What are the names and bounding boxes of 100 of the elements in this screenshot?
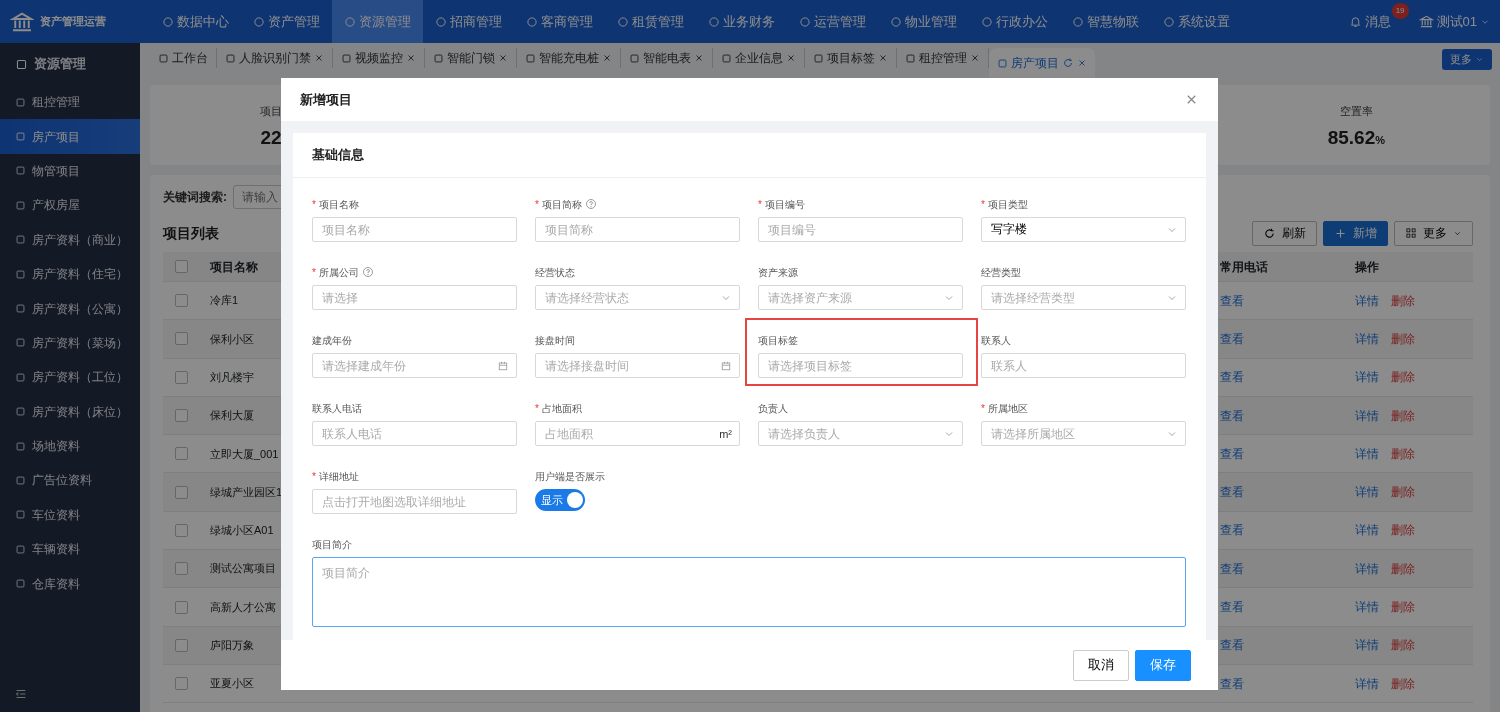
view-link[interactable]: 查看 bbox=[1220, 331, 1244, 346]
details-link[interactable]: 详情 bbox=[1355, 598, 1379, 616]
text-area[interactable]: 项目简介 bbox=[312, 557, 1186, 627]
input-field[interactable]: 联系人 bbox=[981, 353, 1186, 378]
checkbox[interactable] bbox=[175, 409, 188, 423]
more-tabs-button[interactable]: 更多 bbox=[1442, 49, 1492, 70]
add-button[interactable]: 新增 bbox=[1323, 220, 1388, 246]
input-field[interactable]: 项目名称 bbox=[312, 217, 517, 242]
sidebar-item[interactable]: 房产资料（住宅） bbox=[0, 256, 140, 292]
delete-link[interactable]: 删除 bbox=[1391, 483, 1415, 502]
view-link[interactable]: 查看 bbox=[1220, 370, 1244, 385]
delete-link[interactable]: 删除 bbox=[1391, 559, 1415, 578]
sidebar-item[interactable]: 房产项目 bbox=[0, 119, 140, 154]
page-tab[interactable]: 智能电表 bbox=[621, 48, 713, 68]
select-field[interactable]: 请选择所属地区 bbox=[981, 421, 1186, 446]
date-field[interactable]: 请选择接盘时间 bbox=[535, 353, 740, 378]
menu-item[interactable]: 物业管理 bbox=[878, 0, 969, 43]
menu-item[interactable]: 智慧物联 bbox=[1060, 0, 1151, 43]
view-link[interactable]: 查看 bbox=[1220, 485, 1244, 500]
details-link[interactable]: 详情 bbox=[1355, 329, 1379, 348]
cancel-button[interactable]: 取消 bbox=[1073, 649, 1129, 681]
page-tab[interactable]: 工作台 bbox=[150, 48, 217, 68]
date-field[interactable]: 请选择建成年份 bbox=[312, 353, 517, 378]
select-field[interactable]: 写字楼 bbox=[981, 217, 1186, 242]
checkbox[interactable] bbox=[175, 332, 188, 346]
details-link[interactable]: 详情 bbox=[1355, 444, 1379, 463]
delete-link[interactable]: 删除 bbox=[1391, 444, 1415, 463]
details-link[interactable]: 详情 bbox=[1355, 559, 1379, 578]
checkbox[interactable] bbox=[175, 294, 188, 308]
delete-link[interactable]: 删除 bbox=[1391, 291, 1415, 310]
page-tab[interactable]: 房产项目 bbox=[989, 48, 1095, 78]
input-field[interactable]: 项目编号 bbox=[758, 217, 963, 242]
menu-item[interactable]: 系统设置 bbox=[1151, 0, 1242, 43]
details-link[interactable]: 详情 bbox=[1355, 636, 1379, 655]
view-link[interactable]: 查看 bbox=[1220, 523, 1244, 538]
checkbox[interactable] bbox=[175, 447, 188, 461]
menu-item[interactable]: 运营管理 bbox=[787, 0, 878, 43]
select-field[interactable]: 请选择经营状态 bbox=[535, 285, 740, 310]
page-tab[interactable]: 项目标签 bbox=[805, 48, 897, 68]
sidebar-item[interactable]: 房产资料（工位） bbox=[0, 360, 140, 395]
delete-link[interactable]: 删除 bbox=[1391, 636, 1415, 655]
page-tab[interactable]: 智能充电桩 bbox=[517, 48, 621, 68]
page-tab[interactable]: 视频监控 bbox=[333, 48, 425, 68]
view-link[interactable]: 查看 bbox=[1220, 446, 1244, 461]
input-field[interactable]: 点击打开地图选取详细地址 bbox=[312, 489, 517, 514]
menu-item[interactable]: 数据中心 bbox=[150, 0, 241, 43]
sidebar-item[interactable]: 产权房屋 bbox=[0, 188, 140, 223]
select-field[interactable]: 请选择经营类型 bbox=[981, 285, 1186, 310]
sidebar-item[interactable]: 场地资料 bbox=[0, 428, 140, 464]
menu-item[interactable]: 资产管理 bbox=[241, 0, 332, 43]
checkbox[interactable] bbox=[175, 562, 188, 576]
page-tab[interactable]: 人脸识别门禁 bbox=[217, 48, 333, 68]
view-link[interactable]: 查看 bbox=[1220, 600, 1244, 614]
delete-link[interactable]: 删除 bbox=[1391, 521, 1415, 540]
checkbox[interactable] bbox=[175, 260, 188, 273]
delete-link[interactable]: 删除 bbox=[1391, 329, 1415, 348]
checkbox[interactable] bbox=[175, 677, 188, 691]
menu-item[interactable]: 资源管理 bbox=[332, 0, 423, 43]
input-field[interactable]: 项目简称 bbox=[535, 217, 740, 242]
user-menu[interactable]: 测试01 bbox=[1414, 0, 1494, 43]
delete-link[interactable]: 删除 bbox=[1391, 674, 1415, 693]
details-link[interactable]: 详情 bbox=[1355, 483, 1379, 502]
delete-link[interactable]: 删除 bbox=[1391, 406, 1415, 425]
checkbox[interactable] bbox=[175, 523, 188, 537]
view-link[interactable]: 查看 bbox=[1220, 638, 1244, 653]
view-link[interactable]: 查看 bbox=[1220, 561, 1244, 576]
select-field[interactable]: 请选择资产来源 bbox=[758, 285, 963, 310]
view-link[interactable]: 查看 bbox=[1220, 676, 1244, 691]
page-tab[interactable]: 智能门锁 bbox=[425, 48, 517, 68]
sidebar-item[interactable]: 广告位资料 bbox=[0, 463, 140, 498]
page-tab[interactable]: 企业信息 bbox=[713, 48, 805, 68]
menu-item[interactable]: 招商管理 bbox=[423, 0, 514, 43]
sidebar-item[interactable]: 房产资料（公寓） bbox=[0, 291, 140, 326]
sidebar-item[interactable]: 房产资料（床位） bbox=[0, 394, 140, 429]
more-button[interactable]: 更多 bbox=[1394, 220, 1473, 246]
checkbox[interactable] bbox=[175, 370, 188, 384]
menu-item[interactable]: 行政办公 bbox=[969, 0, 1060, 43]
details-link[interactable]: 详情 bbox=[1355, 674, 1379, 693]
sidebar-item[interactable]: 车位资料 bbox=[0, 497, 140, 533]
toggle-switch[interactable]: 显示 bbox=[535, 489, 585, 511]
sidebar-item[interactable]: 仓库资料 bbox=[0, 566, 140, 601]
save-button[interactable]: 保存 bbox=[1135, 649, 1191, 681]
input-field[interactable]: 请选择项目标签 bbox=[758, 353, 963, 378]
view-link[interactable]: 查看 bbox=[1220, 293, 1244, 308]
menu-item[interactable]: 客商管理 bbox=[514, 0, 605, 43]
select-field[interactable]: 请选择负责人 bbox=[758, 421, 963, 446]
details-link[interactable]: 详情 bbox=[1355, 521, 1379, 540]
details-link[interactable]: 详情 bbox=[1355, 368, 1379, 387]
delete-link[interactable]: 删除 bbox=[1391, 598, 1415, 616]
view-link[interactable]: 查看 bbox=[1220, 408, 1244, 423]
checkbox[interactable] bbox=[175, 600, 188, 614]
menu-item[interactable]: 租赁管理 bbox=[605, 0, 696, 43]
checkbox[interactable] bbox=[175, 638, 188, 652]
delete-link[interactable]: 删除 bbox=[1391, 368, 1415, 387]
details-link[interactable]: 详情 bbox=[1355, 291, 1379, 310]
input-field[interactable]: 联系人电话 bbox=[312, 421, 517, 446]
sidebar-item[interactable]: 房产资料（菜场） bbox=[0, 325, 140, 361]
menu-item[interactable]: 业务财务 bbox=[696, 0, 787, 43]
checkbox[interactable] bbox=[175, 485, 188, 499]
refresh-button[interactable]: 刷新 bbox=[1252, 220, 1317, 246]
